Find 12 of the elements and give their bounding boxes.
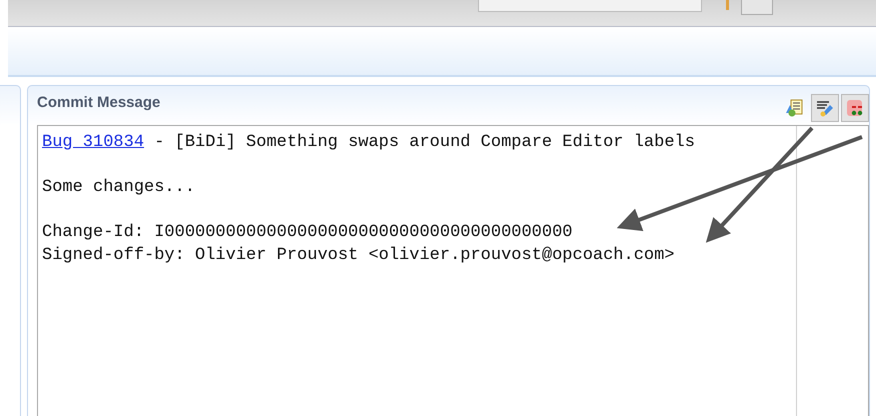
message-line: Signed-off-by: Olivier Prouvost <olivier.prouvost@opcoach.com>	[42, 246, 675, 264]
message-line: Some changes...	[42, 178, 196, 197]
message-editor[interactable]: Bug 310834 - [BiDi] Something swaps around Compare Editor labels Some changes... Change-Id: I0000000000000000000000000000000000000000 Signed-off-by: Olivier Prouvost <olivier.prouvost@opcoach.com>	[37, 125, 869, 416]
amend-button[interactable]	[841, 94, 869, 122]
message-line: Change-Id: I0000000000000000000000000000000000000000	[42, 223, 572, 242]
search-field[interactable]	[478, 0, 702, 12]
message-line: - [BiDi] Something swaps around Compare Editor labels	[153, 133, 695, 152]
amend-icon	[845, 98, 865, 118]
document-icon	[785, 98, 805, 118]
compute-change-id-button[interactable]	[811, 94, 839, 122]
panel-title: Commit Message	[37, 94, 160, 110]
bug-link[interactable]: Bug 310834	[42, 133, 144, 152]
